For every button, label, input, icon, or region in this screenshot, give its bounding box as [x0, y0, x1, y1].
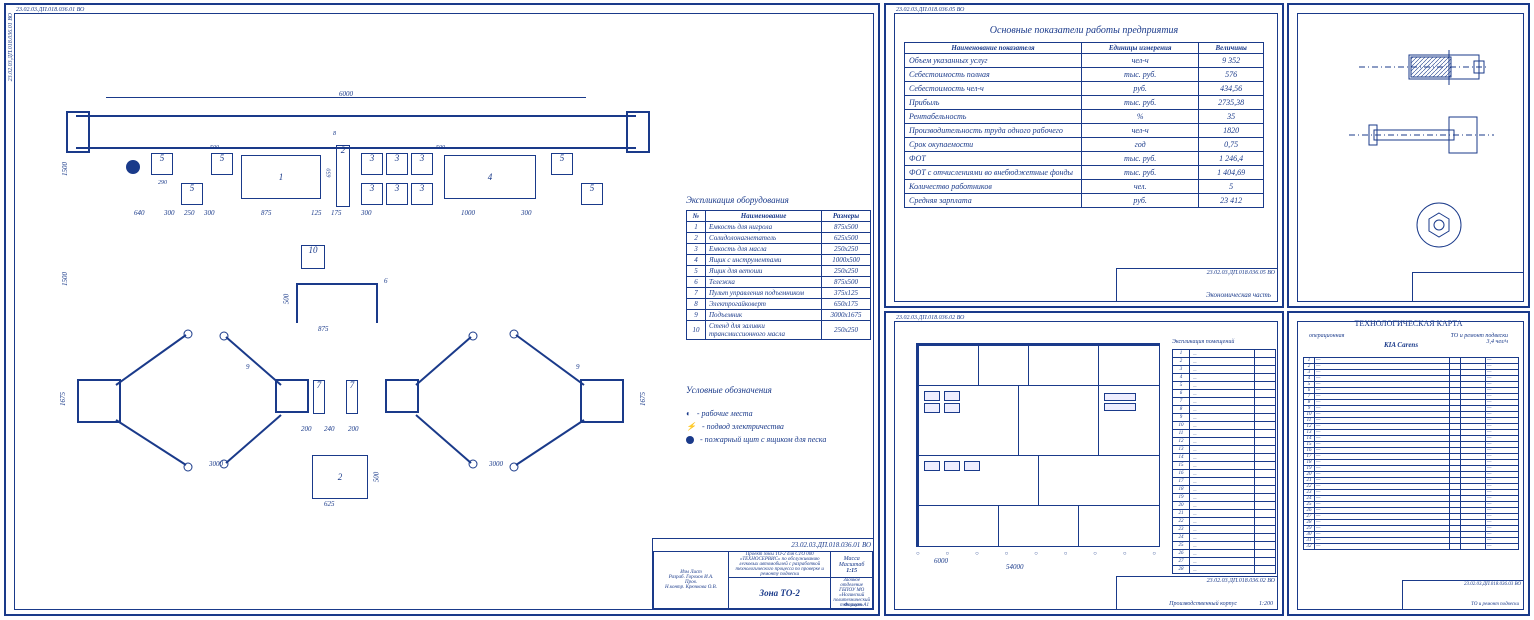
- parts-drawing: [1319, 35, 1509, 265]
- sheet-plan: 23.02.03.ДП.018.036.02 ВО ○○○○○○○○○ 5400…: [884, 311, 1284, 616]
- electricity-icon: ⚡: [686, 422, 696, 431]
- sheet-code: 23.02.03.ДП.018.036.01 ВО: [16, 7, 84, 13]
- sheet-techcard: ТЕХНОЛОГИЧЕСКАЯ КАРТА операционная ТО и …: [1287, 311, 1530, 616]
- techcard-title: ТЕХНОЛОГИЧЕСКАЯ КАРТА: [1289, 319, 1528, 328]
- sheet-main: 23.02.03.ДП.018.036.01 ВО 23.02.03.ДП.01…: [4, 3, 880, 616]
- sheet-econ: 23.02.03.ДП.018.036.05 ВО Основные показ…: [884, 3, 1284, 308]
- legend-title: Условные обозначения: [686, 385, 772, 395]
- workplace-icon: ◐: [686, 409, 691, 418]
- vert-code: 23.02.03.ДП.018.036.01 ВО: [8, 13, 14, 81]
- box-5a: 5: [151, 153, 173, 175]
- equipment-table: №НаименованиеРазмеры 1Емкость для нигрол…: [686, 210, 871, 340]
- lift-right: [366, 325, 626, 475]
- legend: ◐- рабочие места ⚡- подвод электричества…: [686, 405, 866, 448]
- room-table: 1—2—3—4—5—6—7—8—9—10—11—12—13—14—15—16—1…: [1172, 349, 1276, 574]
- building-outline: [916, 343, 1160, 547]
- lift-left: [76, 325, 336, 475]
- techcard-table: 1——2——3——4——5——6——7——8——9——10——11——12——1…: [1303, 357, 1519, 550]
- equip-title: Экспликация оборудования: [686, 195, 789, 205]
- sheet-tech-draw: [1287, 3, 1530, 308]
- fire-icon: [686, 436, 694, 444]
